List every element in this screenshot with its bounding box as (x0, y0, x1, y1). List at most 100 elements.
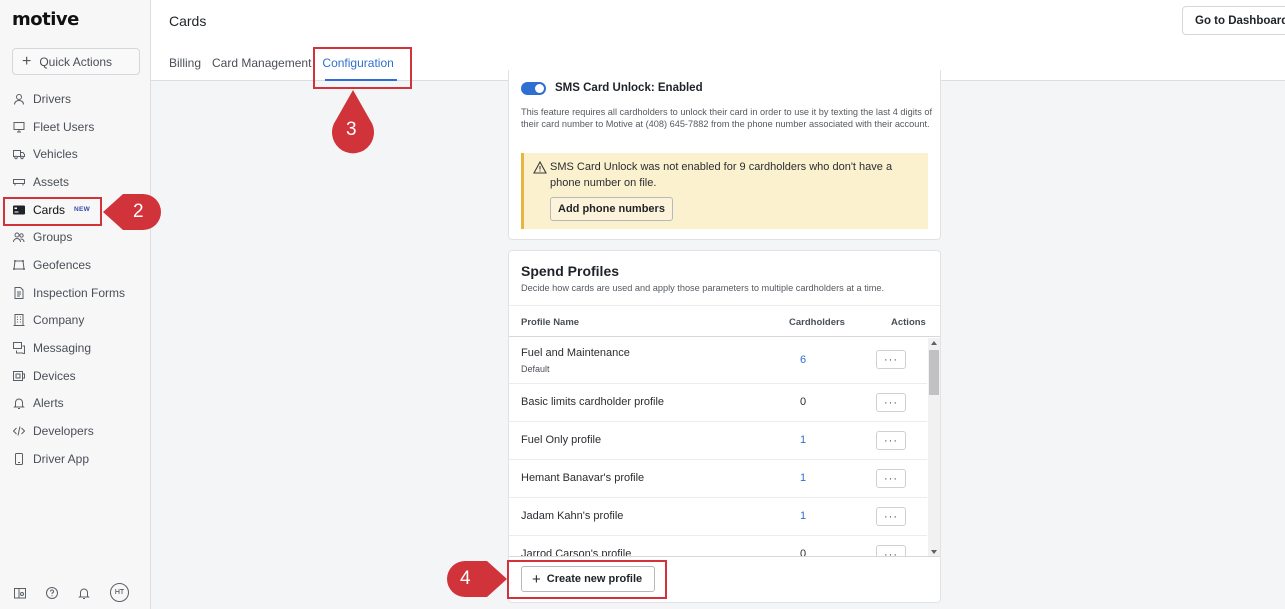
more-actions-button[interactable]: ··· (876, 507, 906, 526)
new-badge: NEW (74, 206, 91, 214)
motive-logo[interactable]: motive (12, 9, 79, 30)
sidebar-item-label: Developers (33, 424, 94, 439)
document-icon (14, 286, 24, 299)
column-header-profile-name: Profile Name (521, 317, 580, 328)
sidebar-item-driver-app[interactable]: Driver App (0, 445, 150, 473)
device-icon (13, 370, 25, 381)
help-icon[interactable] (46, 586, 58, 599)
sidebar-item-vehicles[interactable]: Vehicles (0, 140, 150, 168)
sidebar-item-label: Cards (33, 202, 66, 217)
cardholders-count-link[interactable]: 1 (799, 472, 807, 484)
notifications-bell-icon[interactable] (78, 587, 90, 599)
table-row[interactable]: Fuel Only profile 1 ··· (509, 422, 927, 460)
tab-card-management[interactable]: Card Management (212, 56, 311, 70)
add-phone-numbers-button[interactable]: Add phone numbers (550, 197, 673, 221)
tab-billing[interactable]: Billing (169, 56, 201, 70)
step-2-label: 2 (133, 201, 144, 222)
scrollbar-thumb[interactable] (929, 350, 939, 395)
sidebar-item-label: Messaging (33, 341, 92, 356)
sidebar-item-label: Company (33, 313, 85, 328)
table-row[interactable]: Jadam Kahn's profile 1 ··· (509, 498, 927, 536)
sms-unlock-toggle[interactable] (521, 82, 546, 95)
table-scrollbar[interactable] (928, 338, 940, 557)
table-row[interactable]: Basic limits cardholder profile 0 ··· (509, 384, 927, 422)
cardholders-count-link[interactable]: 1 (799, 434, 807, 446)
plus-icon: + (22, 52, 32, 70)
phone-icon (15, 452, 23, 465)
warning-icon (533, 161, 547, 174)
go-to-dashboard-button[interactable]: Go to Dashboard (1182, 6, 1285, 35)
step-4-marker (447, 561, 507, 597)
more-actions-button[interactable]: ··· (876, 431, 906, 450)
building-icon (13, 314, 25, 327)
scroll-down-arrow-icon[interactable] (931, 550, 937, 554)
monitor-icon (13, 121, 25, 133)
sidebar-item-geofences[interactable]: Geofences (0, 251, 150, 279)
page-title: Cards (169, 13, 207, 29)
divider (509, 556, 940, 557)
chat-icon (13, 342, 25, 355)
sidebar-item-label: Vehicles (33, 147, 78, 162)
spend-profiles-title: Spend Profiles (521, 263, 620, 279)
sidebar-item-label: Drivers (33, 91, 71, 106)
tab-bar: Billing Card Management Configuration (169, 56, 405, 70)
step-4-label: 4 (460, 568, 471, 589)
trailer-icon (13, 178, 25, 186)
profile-name: Fuel and Maintenance (521, 347, 630, 359)
sidebar-item-label: Geofences (33, 257, 92, 272)
column-header-cardholders: Cardholders (789, 317, 845, 328)
sidebar-item-inspection-forms[interactable]: Inspection Forms (0, 279, 150, 307)
more-actions-button[interactable]: ··· (876, 469, 906, 488)
warning-banner: SMS Card Unlock was not enabled for 9 ca… (521, 153, 928, 229)
cardholders-count-link[interactable]: 1 (799, 510, 807, 522)
table-row[interactable]: Jarrod Carson's profile 0 ··· (509, 536, 927, 557)
spend-profiles-card: Spend Profiles Decide how cards are used… (508, 250, 941, 603)
quick-actions-button[interactable]: + Quick Actions (12, 48, 140, 75)
warning-text: SMS Card Unlock was not enabled for 9 ca… (550, 161, 893, 189)
sidebar-item-label: Fleet Users (33, 119, 95, 134)
truck-icon (13, 150, 25, 160)
sidebar-item-label: Devices (33, 368, 76, 383)
person-icon (14, 93, 24, 105)
page-header: Cards Go to Dashboard Billing Card Manag… (151, 0, 1285, 81)
create-new-profile-label: Create new profile (546, 573, 643, 585)
sms-unlock-description: This feature requires all cardholders to… (521, 107, 933, 130)
sidebar-item-fleet-users[interactable]: Fleet Users (0, 113, 150, 141)
more-actions-button[interactable]: ··· (876, 350, 906, 369)
sidebar-item-drivers[interactable]: Drivers (0, 85, 150, 113)
sidebar-item-devices[interactable]: Devices (0, 362, 150, 390)
table-row[interactable]: Fuel and Maintenance Default 6 ··· (509, 338, 927, 384)
spend-profiles-subtitle: Decide how cards are used and apply thos… (521, 283, 885, 293)
scroll-up-arrow-icon[interactable] (931, 341, 937, 345)
create-new-profile-button[interactable]: + Create new profile (521, 566, 655, 592)
more-actions-button[interactable]: ··· (876, 393, 906, 412)
cardholders-count-link[interactable]: 6 (799, 354, 807, 366)
table-header: Profile Name Cardholders Actions (509, 305, 940, 337)
sidebar-item-label: Assets (33, 174, 70, 189)
sms-unlock-title: SMS Card Unlock: Enabled (555, 82, 703, 94)
sidebar-footer: HT (14, 583, 129, 602)
sidebar-item-alerts[interactable]: Alerts (0, 390, 150, 418)
sidebar-item-messaging[interactable]: Messaging (0, 334, 150, 362)
cardholders-count: 0 (799, 396, 807, 408)
code-icon (13, 426, 25, 436)
quick-actions-label: Quick Actions (39, 54, 113, 69)
profile-name: Jadam Kahn's profile (521, 510, 624, 522)
sidebar-item-developers[interactable]: Developers (0, 417, 150, 445)
column-header-actions: Actions (891, 317, 926, 328)
profile-name: Hemant Banavar's profile (521, 472, 645, 484)
profile-name: Basic limits cardholder profile (521, 396, 665, 408)
sidebar-item-label: Inspection Forms (33, 285, 126, 300)
table-row[interactable]: Hemant Banavar's profile 1 ··· (509, 460, 927, 498)
sidebar: motive + Quick Actions Drivers Fleet Use… (0, 0, 151, 609)
learning-center-icon[interactable] (14, 587, 26, 599)
user-avatar[interactable]: HT (110, 583, 129, 602)
step-3-label: 3 (346, 119, 357, 140)
sidebar-item-label: Alerts (33, 396, 64, 411)
sidebar-item-company[interactable]: Company (0, 307, 150, 335)
active-tab-indicator (325, 79, 397, 81)
sidebar-item-label: Driver App (33, 451, 90, 466)
plus-icon: + (532, 570, 541, 588)
sidebar-nav: Drivers Fleet Users Vehicles Assets Card… (0, 85, 150, 473)
tab-configuration[interactable]: Configuration (322, 56, 393, 70)
